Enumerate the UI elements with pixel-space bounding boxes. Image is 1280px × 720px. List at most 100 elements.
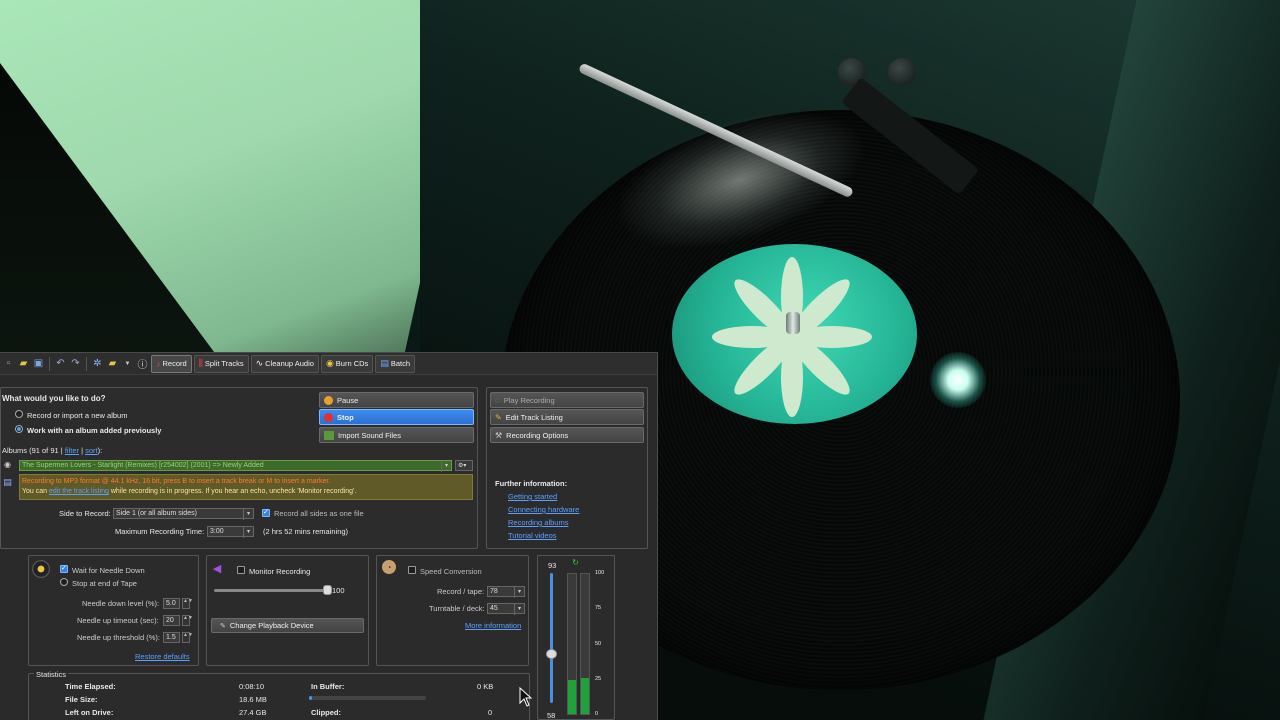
- record-tape-value: 78: [490, 588, 498, 595]
- batch-icon: ▤: [380, 358, 389, 368]
- wait-needle-down-checkbox[interactable]: [60, 564, 68, 573]
- level-meter-panel: 93 ↻ 58 100 75 50 25 0: [537, 555, 615, 720]
- meter-scale-label: 100: [595, 570, 605, 576]
- meter-scale-label: 25: [595, 676, 602, 682]
- meter-scale-label: 75: [595, 605, 602, 611]
- statistics-title: Statistics: [34, 670, 69, 679]
- speed-conversion-panel: ◔ Speed Conversion Record / tape: 78 ▾ T…: [376, 555, 529, 666]
- record-tape-select[interactable]: 78 ▾: [487, 586, 525, 598]
- edit-track-listing-button[interactable]: ✎ Edit Track Listing: [490, 409, 644, 425]
- play-recording-label: Play Recording: [503, 395, 555, 405]
- connecting-hardware-link[interactable]: Connecting hardware: [508, 505, 579, 514]
- tab-cleanup-audio[interactable]: ∿ Cleanup Audio: [250, 354, 319, 373]
- restore-defaults-link[interactable]: Restore defaults: [135, 652, 190, 661]
- new-icon[interactable]: ▫: [2, 357, 15, 370]
- chevron-down-icon[interactable]: ▼: [121, 357, 134, 370]
- max-recording-time-label: Maximum Recording Time:: [115, 527, 205, 536]
- speed-conversion-checkbox[interactable]: [408, 566, 416, 574]
- wait-needle-down-label: Wait for Needle Down: [72, 566, 145, 575]
- side-select[interactable]: Side 1 (or all album sides) ▾: [113, 508, 254, 520]
- open-folder-icon[interactable]: ▰: [17, 357, 30, 370]
- record-all-sides-checkbox[interactable]: [262, 508, 270, 517]
- import-sound-files-button[interactable]: Import Sound Files: [319, 427, 474, 443]
- albums-count: Albums (91 of 91 |: [2, 446, 65, 455]
- albums-filter-link[interactable]: filter: [65, 446, 79, 455]
- stop-label: Stop: [337, 412, 354, 422]
- pause-icon: [324, 395, 333, 405]
- chevron-down-icon: ▾: [243, 509, 253, 520]
- file-size-label: File Size:: [65, 695, 98, 704]
- tab-burn-cds[interactable]: ◉ Burn CDs: [320, 354, 374, 373]
- clipped-label: Clipped:: [311, 708, 341, 717]
- device-icon: ✎: [220, 622, 226, 630]
- change-playback-device-label: Change Playback Device: [229, 621, 314, 630]
- chevron-down-icon: ▾: [441, 461, 451, 472]
- album-select[interactable]: The Supermen Lovers - Starlight (Remixes…: [19, 460, 452, 472]
- stop-button[interactable]: Stop: [319, 409, 474, 425]
- undo-icon[interactable]: ↶: [54, 357, 67, 370]
- chevron-down-icon: ▾: [243, 527, 253, 538]
- recording-app-window: ▫ ▰ ▣ ↶ ↷ ✲ ▰ ▼ ⓘ ♪ Record ⫼ Split Track…: [0, 352, 658, 720]
- notice-text: You can: [22, 488, 49, 495]
- input-level-slider-thumb[interactable]: [546, 648, 557, 659]
- split-icon: ⫼: [198, 358, 203, 368]
- recording-options-label: Recording Options: [506, 430, 569, 440]
- needle-detection-panel: Wait for Needle Down Stop at end of Tape…: [28, 555, 199, 666]
- speed-icon: ◔: [382, 560, 396, 574]
- needle-down-stepper[interactable]: ▲▼: [182, 598, 193, 609]
- turntable-deck-select[interactable]: 45 ▾: [487, 603, 525, 615]
- further-info-heading: Further information:: [495, 479, 568, 488]
- stop-end-tape-radio[interactable]: [60, 578, 68, 586]
- needle-up-threshold-input[interactable]: 1.5: [163, 632, 180, 643]
- max-time-value: 3:00: [210, 528, 224, 535]
- in-buffer-value: 0 KB: [477, 682, 494, 691]
- albums-sort-link[interactable]: sort: [85, 446, 98, 455]
- needle-up-timeout-input[interactable]: 20: [163, 615, 180, 626]
- change-playback-device-button[interactable]: ✎ Change Playback Device: [211, 618, 364, 633]
- recording-albums-link[interactable]: Recording albums: [508, 518, 568, 527]
- radio-work-previous[interactable]: [15, 425, 23, 433]
- volume-slider-track[interactable]: [214, 589, 328, 592]
- needle-up-timeout-stepper[interactable]: ▲▼: [182, 615, 193, 626]
- recording-options-button[interactable]: ⚒ Recording Options: [490, 427, 644, 443]
- buffer-progress-bar: [309, 696, 426, 700]
- tab-label: Batch: [390, 359, 411, 368]
- tab-batch[interactable]: ▤ Batch: [375, 354, 416, 373]
- tutorial-videos-link[interactable]: Tutorial videos: [508, 531, 557, 540]
- radio-record-new[interactable]: [15, 410, 23, 418]
- monitor-recording-label: Monitor Recording: [249, 567, 311, 576]
- max-time-select[interactable]: 3:00 ▾: [207, 526, 254, 538]
- monitor-recording-checkbox[interactable]: [237, 566, 245, 574]
- chevron-down-icon: ▾: [514, 604, 524, 615]
- help-icon[interactable]: ⓘ: [136, 357, 149, 371]
- play-recording-button[interactable]: ◌ Play Recording: [490, 392, 644, 408]
- recording-actions-panel: ◌ Play Recording ✎ Edit Track Listing ⚒ …: [486, 387, 648, 549]
- more-information-link[interactable]: More information: [465, 621, 521, 630]
- settings-gear-icon[interactable]: ✲: [91, 357, 104, 370]
- save-icon[interactable]: ▣: [32, 357, 45, 370]
- getting-started-link[interactable]: Getting started: [508, 492, 557, 501]
- cd-icon: ◉: [325, 358, 334, 368]
- tab-split-tracks[interactable]: ⫼ Split Tracks: [193, 354, 249, 373]
- pencil-icon: ✎: [495, 412, 502, 422]
- volume-slider-thumb[interactable]: [323, 585, 332, 595]
- edit-track-listing-label: Edit Track Listing: [505, 412, 563, 422]
- recording-notice: Recording to MP3 format @ 44.1 kHz, 16 b…: [19, 474, 473, 500]
- import-label: Import Sound Files: [338, 430, 401, 440]
- album-options-button[interactable]: ⚙▾: [455, 460, 473, 471]
- vinyl-needle-icon: [32, 560, 50, 578]
- pause-button[interactable]: Pause: [319, 392, 474, 408]
- needle-down-level-input[interactable]: 5.0: [163, 598, 180, 609]
- input-level-slider-track[interactable]: [550, 573, 553, 703]
- folder-menu-icon[interactable]: ▰: [106, 357, 119, 370]
- speed-conversion-label: Speed Conversion: [420, 567, 482, 576]
- edit-track-listing-link[interactable]: edit the track listing: [49, 488, 109, 495]
- needle-up-threshold-stepper[interactable]: ▲▼: [182, 632, 193, 643]
- in-buffer-label: In Buffer:: [311, 682, 345, 691]
- waveform-icon: ∿: [255, 358, 264, 368]
- redo-icon[interactable]: ↷: [69, 357, 82, 370]
- import-icon: [324, 430, 334, 440]
- buffer-progress-fill: [309, 696, 312, 700]
- mouse-cursor-icon: [519, 687, 533, 707]
- tab-record[interactable]: ♪ Record: [151, 354, 192, 373]
